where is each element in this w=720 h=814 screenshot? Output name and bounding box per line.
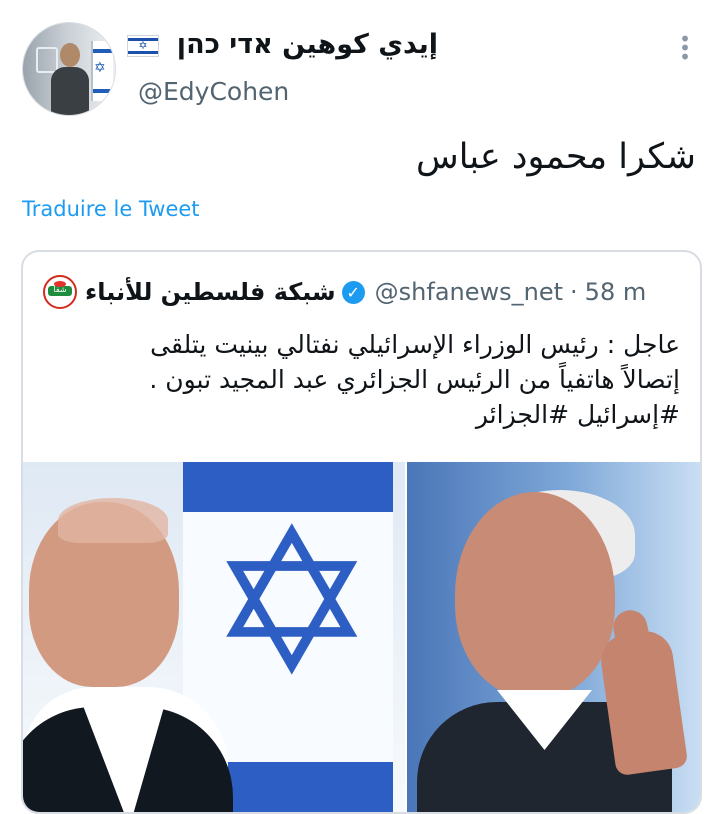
quoted-tweet[interactable]: شفا شبكة فلسطين للأنباء ✓ @shfanews_net … [21,250,702,814]
display-name[interactable]: إيدي كوهين אדי כהן ✡ [127,28,438,62]
avatar-person-head [60,43,80,67]
star-of-david-icon: ✡ [208,487,376,720]
quoted-tweet-header: شفا شبكة فلسطين للأنباء ✓ @shfanews_net … [23,270,700,314]
news-logo-text: شفا [53,285,67,294]
israel-flag-icon: ✡ [127,34,160,57]
tweet-text: شكرا محمود عباس [415,137,696,177]
right-photo [407,462,700,812]
avatar-emblem [36,47,58,73]
quoted-text-line-2: إتصالاً هاتفياً من الرئيس الجزائري عبد ا… [149,365,680,394]
avatar-star-icon: ✡ [94,60,106,76]
profile-avatar[interactable]: ✡ [22,22,116,116]
quoted-hashtags[interactable]: #إسرائيل #الجزائر [60,397,680,432]
quoted-text-line-1: عاجل : رئيس الوزراء الإسرائيلي نفتالي بي… [150,330,680,359]
right-man-face [455,492,615,697]
user-handle[interactable]: @EdyCohen [138,77,289,106]
news-logo-icon[interactable]: شفا [43,275,77,309]
separator-dot: · [570,278,578,306]
quoted-time[interactable]: 58 m [585,278,647,306]
quoted-display-name[interactable]: شبكة فلسطين للأنباء [85,278,336,306]
more-vertical-icon[interactable]: • • • [678,29,692,67]
tweet-card: ✡ إيدي كوهين אדי כהן ✡ @EdyCohen • • • شكر… [0,0,720,814]
avatar-person-body [51,67,89,115]
quoted-media-image[interactable]: ✡ [23,462,700,812]
quoted-tweet-text: عاجل : رئيس الوزراء الإسرائيلي نفتالي بي… [60,327,680,432]
translate-tweet-link[interactable]: Traduire le Tweet [22,197,200,221]
verified-icon: ✓ [341,280,365,304]
left-man-hair [58,498,168,543]
display-name-text[interactable]: إيدي كوهين אדי כהן [177,29,438,60]
left-photo: ✡ [23,462,405,812]
quoted-handle[interactable]: @shfanews_net [375,278,563,306]
